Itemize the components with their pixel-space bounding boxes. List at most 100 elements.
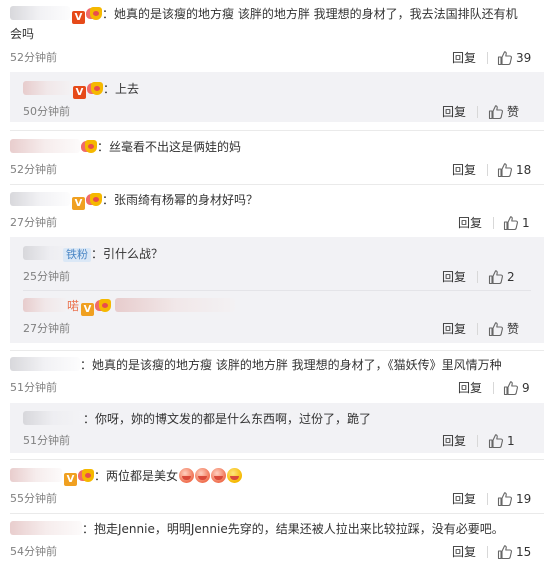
comment-actions: 回复 19 [452,491,544,507]
comment-text: ：张雨绮有杨幂的身材好吗？ [102,193,259,207]
divider [487,493,488,505]
reply-text: ：上去 [103,82,140,96]
like-count: 赞 [507,322,520,336]
comment-text: ：两位都是美女 [94,469,179,483]
reply-button[interactable]: 回复 [442,269,466,285]
divider [493,217,494,229]
kiss-emoji-icon [211,468,227,483]
reply-button[interactable]: 回复 [452,544,476,560]
reply-button[interactable]: 回复 [442,433,466,449]
comment-actions: 回复 1 [458,215,544,231]
comment-time: 55分钟前 [10,492,57,505]
fan-badge-icon [86,7,102,21]
reply-actions: 回复 2 [442,269,534,285]
reply-button[interactable]: 回复 [442,321,466,337]
reply-button[interactable]: 回复 [452,162,476,178]
reply-button[interactable]: 回复 [458,380,482,396]
reply-text: ：你呀，妳的博文发的都是什么东西啊，过份了，跪了 [83,412,372,426]
thumbs-up-icon [497,545,512,560]
reply-actions: 回复 1 [442,433,534,449]
username-fragment[interactable]: 喏 [67,299,79,313]
reply-body: V ：上去 [23,81,139,99]
reply-text: ：引什么战？ [91,247,164,261]
comment-time: 51分钟前 [10,381,57,394]
username-blurred[interactable] [10,521,82,535]
comment-body: ：丝毫看不出这是俩娃的妈 [10,139,241,156]
like-count: 2 [507,270,515,284]
reply-button[interactable]: 回复 [452,50,476,66]
fan-tag: 铁粉 [63,248,91,262]
comment-time: 54分钟前 [10,545,57,558]
comment-body: V ：两位都是美女 [10,468,243,486]
blurred-content [115,298,236,312]
comment-body: V ：她真的是该瘦的地方瘦 该胖的地方胖 我理想的身材了，我去法国排队还有机 [10,6,518,24]
comment-time: 27分钟前 [10,216,57,229]
comment-actions: 回复 39 [452,50,544,66]
reply-button[interactable]: 回复 [442,104,466,120]
like-count: 1 [507,434,515,448]
verified-v-icon: V [72,11,85,24]
verified-v-icon: V [72,197,85,210]
divider [477,435,478,447]
comment-text: ：她真的是该瘦的地方瘦 该胖的地方胖 我理想的身材了，《猫妖传》里风情万种 [80,358,502,372]
reply-box: V ：上去 50分钟前 回复 赞 [10,72,544,122]
reply-body: 喏V [23,298,236,316]
reply-button[interactable]: 回复 [452,491,476,507]
username-blurred[interactable] [10,468,62,482]
divider [23,290,531,291]
comment-text: ：她真的是该瘦的地方瘦 该胖的地方胖 我理想的身材了，我去法国排队还有机 [102,7,518,21]
divider [10,130,544,131]
kiss-emoji-icon [179,468,195,483]
comment-body: V ：张雨绮有杨幂的身材好吗？ [10,192,258,210]
reply-actions: 回复 赞 [442,321,534,337]
reply-time: 27分钟前 [23,322,70,335]
comment-actions: 回复 15 [452,544,544,560]
username-blurred[interactable] [23,298,67,312]
username-blurred[interactable] [23,81,71,95]
reply-time: 25分钟前 [23,270,70,283]
divider [487,52,488,64]
comment-time: 52分钟前 [10,163,57,176]
thumbs-up-icon [488,322,503,337]
comment-text: ：抱走Jennie，明明Jennie先穿的，结果还被人拉出来比较拉踩，没有必要吧… [82,522,504,536]
thumbs-up-icon [488,270,503,285]
thumbs-up-icon [503,381,518,396]
thumbs-up-icon [503,216,518,231]
username-blurred[interactable] [10,192,70,206]
like-count: 1 [522,216,530,230]
comment-actions: 回复 9 [458,380,544,396]
kiss-emoji-icon [195,468,211,483]
divider [493,382,494,394]
like-count: 39 [516,51,532,65]
divider [477,323,478,335]
reply-box: ：你呀，妳的博文发的都是什么东西啊，过份了，跪了 51分钟前 回复 1 [10,403,544,453]
divider [477,106,478,118]
comment-text-continued: 会吗 [10,27,35,41]
comment-actions: 回复 18 [452,162,544,178]
username-blurred[interactable] [10,357,80,371]
thumbs-up-icon [488,434,503,449]
comment-body: ：她真的是该瘦的地方瘦 该胖的地方胖 我理想的身材了，《猫妖传》里风情万种 [10,357,502,374]
comment-text: ：丝毫看不出这是俩娃的妈 [97,140,242,154]
username-blurred[interactable] [10,139,80,153]
reply-time: 50分钟前 [23,105,70,118]
verified-v-icon: V [81,303,95,316]
divider [487,546,488,558]
divider [10,513,544,514]
fan-badge-icon [86,193,102,207]
like-count: 15 [516,545,532,559]
divider [10,459,544,460]
thumbs-up-icon [497,51,512,66]
divider [477,271,478,283]
divider [487,164,488,176]
reply-box: 铁粉 ：引什么战？ 25分钟前 回复 2 喏V 27分钟前 回复 赞 [10,237,544,343]
comment-time: 52分钟前 [10,51,57,64]
like-count: 赞 [507,105,520,119]
username-blurred[interactable] [23,411,83,425]
like-count: 9 [522,381,530,395]
verified-v-icon: V [73,86,86,99]
like-count: 19 [516,492,532,506]
username-blurred[interactable] [10,6,70,20]
reply-button[interactable]: 回复 [458,215,482,231]
thumbs-up-icon [497,492,512,507]
